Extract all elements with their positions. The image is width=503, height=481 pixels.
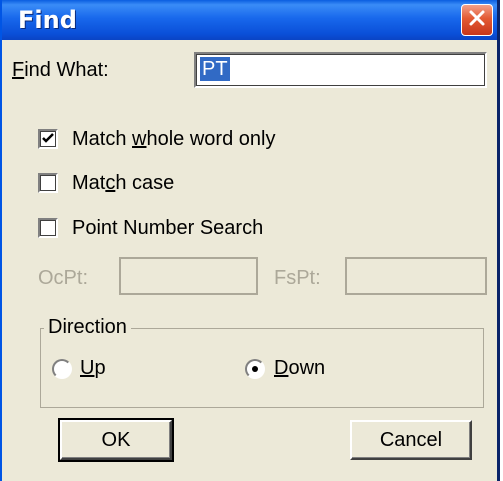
radio-selected-dot-icon [252, 366, 258, 372]
direction-up-radio[interactable] [52, 359, 72, 379]
point-number-search-label[interactable]: Point Number Search [72, 217, 263, 240]
find-what-value: PT [200, 57, 230, 81]
close-button[interactable] [461, 4, 493, 36]
find-dialog: Find Find What: PT Match whole word only… [0, 0, 500, 481]
direction-down-radio[interactable] [245, 359, 265, 379]
ocpt-input[interactable] [119, 257, 258, 295]
find-what-label: Find What: [12, 59, 109, 81]
dialog-title: Find [18, 6, 77, 34]
direction-down-label[interactable]: Down [274, 357, 325, 380]
match-whole-word-checkbox[interactable] [38, 129, 58, 149]
close-icon [468, 9, 486, 32]
find-what-input[interactable]: PT [194, 52, 487, 88]
fspt-input[interactable] [345, 257, 487, 295]
checkmark-icon [41, 131, 55, 150]
match-case-checkbox[interactable] [38, 173, 58, 193]
direction-up-label[interactable]: Up [80, 357, 106, 380]
direction-legend: Direction [44, 316, 131, 339]
match-case-label[interactable]: Match case [72, 172, 174, 195]
ocpt-label: OcPt: [38, 267, 89, 289]
ok-button[interactable]: OK [58, 418, 174, 462]
fspt-label: FsPt: [274, 267, 321, 289]
cancel-button[interactable]: Cancel [350, 420, 472, 460]
title-bar[interactable]: Find [2, 0, 497, 40]
match-whole-word-label[interactable]: Match whole word only [72, 128, 275, 151]
point-number-search-checkbox[interactable] [38, 218, 58, 238]
